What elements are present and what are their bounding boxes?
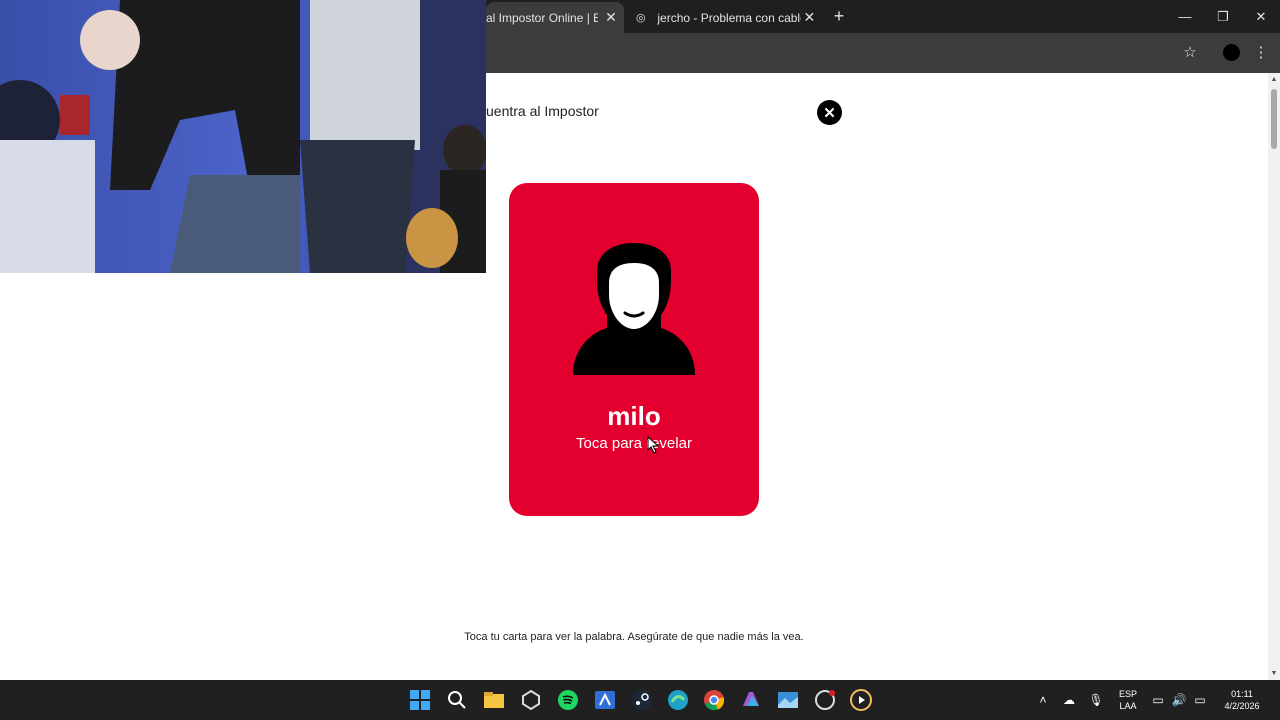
tab-impostor[interactable]: al Impostor Online | Encu ✕	[486, 2, 624, 33]
photos-icon[interactable]	[776, 688, 800, 712]
volume-icon[interactable]: 🔊	[1171, 692, 1187, 708]
minimize-icon[interactable]: —	[1166, 0, 1204, 33]
clock-date: 4/2/2026	[1224, 701, 1260, 711]
player-name: milo	[607, 401, 661, 431]
globe-icon: ◎	[636, 12, 646, 24]
keyboard-layout: LAA	[1119, 701, 1137, 711]
file-explorer-icon[interactable]	[482, 688, 506, 712]
language-indicator[interactable]: ESP LAA	[1115, 688, 1141, 712]
scroll-up-icon[interactable]: ▲	[1270, 76, 1278, 84]
restore-icon[interactable]: ❐	[1204, 0, 1242, 33]
tab-jercho[interactable]: ◎ jercho - Problema con cable ✕	[630, 2, 822, 33]
steam-icon[interactable]	[630, 688, 654, 712]
clock[interactable]: 01:11 4/2/2026	[1218, 688, 1266, 712]
reveal-hint: Toca para revelar	[576, 435, 692, 452]
close-icon[interactable]: ✕	[801, 9, 818, 26]
tab-label: jercho - Problema con cable	[657, 10, 801, 25]
page-title: uentra al Impostor	[486, 103, 599, 119]
page-scrollbar[interactable]: ▲ ▼	[1268, 73, 1280, 680]
windows-start-icon[interactable]	[408, 688, 432, 712]
scroll-down-icon[interactable]: ▼	[1270, 670, 1278, 678]
microphone-icon[interactable]: 🎙	[1088, 692, 1104, 708]
close-icon: ✕	[823, 104, 836, 122]
obs-icon[interactable]	[813, 688, 837, 712]
close-game-button[interactable]: ✕	[817, 100, 842, 125]
bookmark-star-icon[interactable]: ☆	[1180, 43, 1200, 63]
mouse-cursor-icon	[647, 436, 660, 454]
webcam-overlay	[0, 0, 486, 273]
unity-icon[interactable]	[519, 688, 543, 712]
profile-avatar[interactable]	[1223, 44, 1240, 61]
chrome-icon[interactable]	[702, 688, 726, 712]
spotify-icon[interactable]	[556, 688, 580, 712]
person-avatar-icon	[573, 243, 695, 375]
window-close-icon[interactable]: ✕	[1242, 0, 1280, 33]
editor-app-icon[interactable]	[593, 688, 617, 712]
language-code: ESP	[1118, 689, 1137, 699]
search-icon[interactable]	[445, 688, 469, 712]
battery-icon[interactable]: ▭	[1192, 692, 1208, 708]
role-card[interactable]: milo Toca para revelar	[509, 183, 759, 516]
onedrive-cloud-icon[interactable]: ☁	[1061, 692, 1077, 708]
copilot-icon[interactable]	[739, 688, 763, 712]
show-hidden-icons-chevron-icon[interactable]: ˄	[1035, 692, 1051, 708]
webcam-feed-image	[0, 0, 486, 273]
menu-kebab-icon[interactable]: ⋮	[1251, 43, 1271, 63]
new-tab-button[interactable]: +	[830, 6, 848, 26]
tab-label: al Impostor Online | Encu	[486, 10, 598, 25]
close-icon[interactable]: ✕	[602, 9, 620, 26]
edge-icon[interactable]	[666, 688, 690, 712]
network-icon[interactable]: ▭	[1150, 692, 1166, 708]
clock-time: 01:11	[1231, 689, 1253, 699]
instruction-text: Toca tu carta para ver la palabra. Asegú…	[464, 631, 804, 643]
windows-taskbar: ˄ ☁ 🎙 ESP LAA ▭ 🔊 ▭ 01:11 4/2/2026	[0, 680, 1280, 720]
scroll-thumb[interactable]	[1271, 89, 1277, 149]
media-player-icon[interactable]	[849, 688, 873, 712]
